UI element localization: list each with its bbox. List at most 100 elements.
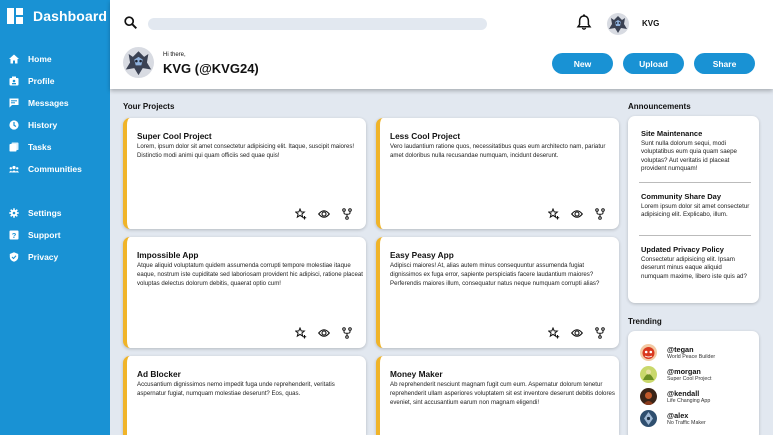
- trending-name: @alex: [667, 411, 689, 420]
- announcement-body: Consectetur adipisicing elit. Ipsam dese…: [641, 256, 747, 280]
- home-icon: [9, 54, 19, 64]
- share-button[interactable]: Share: [694, 53, 755, 74]
- bell-icon[interactable]: [576, 14, 592, 31]
- shield-icon: [9, 252, 19, 262]
- star-add-icon[interactable]: [548, 327, 560, 339]
- projects-title: Your Projects: [123, 102, 175, 111]
- sidebar-item-tasks[interactable]: Tasks: [0, 136, 110, 158]
- sidebar-item-settings[interactable]: Settings: [0, 202, 110, 224]
- support-icon: ?: [9, 230, 19, 240]
- project-card[interactable]: Less Cool Project Vero laudantium ration…: [376, 118, 619, 229]
- announcement-title: Community Share Day: [641, 192, 722, 201]
- trending-text: @kendall Life Changing App: [667, 389, 710, 404]
- watch-icon[interactable]: [318, 327, 330, 339]
- new-button[interactable]: New: [552, 53, 613, 74]
- tasks-icon: [9, 142, 19, 152]
- trending-item[interactable]: @kendall Life Changing App: [640, 388, 710, 405]
- project-description: Accusantium dignissimos nemo impedit fug…: [137, 381, 335, 397]
- announcement-body: Lorem ipsum dolor sit amet consectetur a…: [641, 203, 750, 219]
- trending-text: @morgan Super Cool Project: [667, 367, 711, 382]
- watch-icon[interactable]: [318, 208, 330, 220]
- header: KVG Hi there, KVG (@KVG24) New Upload Sh…: [110, 0, 773, 89]
- project-description: Atque aliquid voluptatum quidem assumend…: [137, 262, 363, 287]
- trending-project: World Peace Builder: [667, 354, 716, 360]
- star-add-icon[interactable]: [548, 208, 560, 220]
- trending-item[interactable]: @tegan World Peace Builder: [640, 344, 715, 361]
- project-title: Money Maker: [390, 369, 443, 379]
- watch-icon[interactable]: [571, 327, 583, 339]
- trending-name: @tegan: [667, 345, 694, 354]
- search-icon[interactable]: [124, 16, 137, 29]
- announcement-body: Sunt nulla dolorum sequi, modi voluptati…: [641, 140, 737, 172]
- sidebar-item-label: Home: [28, 54, 52, 64]
- header-username: KVG: [642, 19, 660, 28]
- trending-project: No Traffic Maker: [667, 420, 706, 426]
- search-input[interactable]: [148, 18, 487, 30]
- history-icon: [9, 120, 19, 130]
- brand-title: Dashboard: [33, 8, 108, 24]
- sidebar-item-label: Privacy: [28, 252, 59, 262]
- star-add-icon[interactable]: [295, 208, 307, 220]
- sidebar-item-label: Support: [28, 230, 61, 240]
- announcement-item[interactable]: Community Share Day Lorem ipsum dolor si…: [641, 192, 751, 220]
- project-card[interactable]: Super Cool Project Lorem, ipsum dolor si…: [123, 118, 366, 229]
- project-card[interactable]: Ad Blocker Accusantium dignissimos nemo …: [123, 356, 366, 435]
- announcement-title: Updated Privacy Policy: [641, 245, 724, 254]
- sidebar-item-history[interactable]: History: [0, 114, 110, 136]
- brand[interactable]: Dashboard: [7, 5, 107, 27]
- project-description: Ab reprehenderit nesciunt magnam fugit c…: [390, 381, 615, 406]
- project-description: Lorem, ipsum dolor sit amet consectetur …: [137, 143, 355, 159]
- divider: [639, 235, 751, 236]
- project-actions: [295, 327, 353, 339]
- project-title: Super Cool Project: [137, 131, 212, 141]
- sidebar-item-label: History: [28, 120, 58, 130]
- watch-icon[interactable]: [571, 208, 583, 220]
- project-card[interactable]: Impossible App Atque aliquid voluptatum …: [123, 237, 366, 348]
- trending-item[interactable]: @alex No Traffic Maker: [640, 410, 706, 427]
- trending-title: Trending: [628, 317, 662, 326]
- avatar[interactable]: [607, 13, 629, 35]
- sidebar-item-label: Communities: [28, 164, 82, 174]
- star-add-icon[interactable]: [295, 327, 307, 339]
- divider: [639, 182, 751, 183]
- sidebar-item-messages[interactable]: Messages: [0, 92, 110, 114]
- announcement-item[interactable]: Updated Privacy Policy Consectetur adipi…: [641, 245, 751, 281]
- user-handle: KVG (@KVG24): [163, 61, 259, 76]
- sidebar-item-label: Settings: [28, 208, 62, 218]
- profile-avatar: [123, 47, 154, 78]
- sidebar-item-profile[interactable]: Profile: [0, 70, 110, 92]
- fork-icon[interactable]: [594, 327, 606, 339]
- project-card[interactable]: Easy Peasy App Adipisci maiores! At, ali…: [376, 237, 619, 348]
- trending-item[interactable]: @morgan Super Cool Project: [640, 366, 711, 383]
- trending-text: @tegan World Peace Builder: [667, 345, 715, 360]
- project-title: Impossible App: [137, 250, 199, 260]
- announcements-title: Announcements: [628, 102, 691, 111]
- trending-project: Life Changing App: [667, 398, 711, 404]
- project-title: Easy Peasy App: [390, 250, 454, 260]
- fork-icon[interactable]: [341, 208, 353, 220]
- avatar: [640, 344, 657, 361]
- project-actions: [548, 208, 606, 220]
- sidebar-item-communities[interactable]: Communities: [0, 158, 110, 180]
- sidebar-item-support[interactable]: ? Support: [0, 224, 110, 246]
- communities-icon: [9, 164, 19, 174]
- trending-text: @alex No Traffic Maker: [667, 411, 706, 426]
- sidebar-item-label: Tasks: [28, 142, 52, 152]
- project-title: Ad Blocker: [137, 369, 181, 379]
- sidebar-item-label: Profile: [28, 76, 55, 86]
- avatar: [640, 388, 657, 405]
- announcement-item[interactable]: Site Maintenance Sunt nulla dolorum sequ…: [641, 129, 751, 173]
- project-description: Adipisci maiores! At, alias autem minus …: [390, 262, 600, 287]
- sidebar-item-privacy[interactable]: Privacy: [0, 246, 110, 268]
- upload-button[interactable]: Upload: [623, 53, 684, 74]
- fork-icon[interactable]: [594, 208, 606, 220]
- avatar: [640, 410, 657, 427]
- profile-icon: [9, 76, 19, 86]
- project-card[interactable]: Money Maker Ab reprehenderit nesciunt ma…: [376, 356, 619, 435]
- trending-project: Super Cool Project: [667, 376, 712, 382]
- trending-name: @morgan: [667, 367, 701, 376]
- fork-icon[interactable]: [341, 327, 353, 339]
- sidebar-item-home[interactable]: Home: [0, 48, 110, 70]
- project-actions: [295, 208, 353, 220]
- svg-text:?: ?: [12, 231, 17, 240]
